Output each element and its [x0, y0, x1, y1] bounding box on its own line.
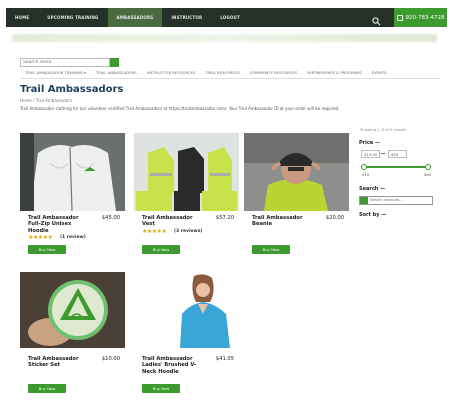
category-item[interactable]: TRAIL RESOURCES	[200, 71, 245, 78]
price-filter-title: Price —	[359, 140, 380, 146]
category-item[interactable]: COMMUNITY RESOURCES	[245, 71, 302, 78]
phone-icon	[396, 14, 403, 21]
nav-instructor[interactable]: INSTRUCTOR	[162, 15, 211, 20]
product-image-vest[interactable]	[134, 133, 239, 211]
product-name[interactable]: Trail Ambassador Full-Zip Unisex Hoodie	[28, 215, 90, 234]
product-image-beanie[interactable]	[244, 133, 349, 211]
buy-now-button[interactable]: Buy Now	[142, 384, 180, 393]
phone-button[interactable]: 920-783-4728	[394, 8, 447, 27]
product-card[interactable]: Trail Ambassador Sticker Set $10.00 Buy …	[20, 272, 125, 393]
product-name[interactable]: Trail Ambassador Beanie	[252, 215, 314, 228]
price-range-dash	[381, 153, 385, 154]
product-price: $45.00	[101, 215, 120, 221]
top-navigation: HOME UPCOMING TRAINING AMBASSADORS INSTR…	[6, 8, 447, 27]
star-rating: ★★★★★	[142, 228, 167, 235]
price-range-slider[interactable]	[361, 164, 431, 170]
nav-home[interactable]: HOME	[6, 15, 38, 20]
blurred-banner	[12, 34, 437, 42]
slider-min-handle[interactable]	[361, 164, 367, 170]
intro-text: Trail Ambassador clothing for our volunt…	[20, 106, 340, 111]
store-search-button[interactable]	[110, 58, 119, 67]
nav-logout[interactable]: LOGOUT	[211, 15, 249, 20]
store-search-input[interactable]	[20, 58, 110, 67]
product-name[interactable]: Trail Ambassador Sticker Set	[28, 356, 90, 369]
price-min-input[interactable]: $10.00	[361, 150, 380, 158]
search-icon[interactable]	[371, 12, 382, 26]
product-price: $41.05	[215, 356, 234, 362]
slider-min-label: $10	[362, 172, 370, 177]
review-count[interactable]: (3 reviews)	[174, 229, 202, 234]
product-card[interactable]: Trail Ambassador Beanie $20.00 Buy Now	[244, 133, 349, 254]
product-search[interactable]: Search products...	[359, 196, 433, 205]
nav-ambassadors[interactable]: AMBASSADORS	[107, 8, 163, 27]
price-max-input[interactable]: $60	[388, 150, 407, 158]
slider-max-label: $60	[424, 172, 432, 177]
category-item[interactable]: INSTRUCTOR RESOURCES	[142, 71, 200, 78]
category-item[interactable]: PARTNERSHIPS & PROGRAMS	[302, 71, 367, 78]
product-image-hoodie[interactable]	[20, 133, 125, 211]
product-search-placeholder[interactable]: Search products...	[368, 197, 403, 204]
slider-track	[361, 166, 431, 168]
sort-title[interactable]: Sort by —	[359, 212, 386, 218]
product-price: $57.20	[215, 215, 234, 221]
store-search	[20, 58, 120, 67]
product-name[interactable]: Trail Ambassador Vest	[142, 215, 204, 228]
product-image-ladies-hoodie[interactable]	[134, 272, 239, 348]
review-count[interactable]: (1 review)	[60, 235, 86, 240]
page-title: Trail Ambassadors	[20, 84, 124, 95]
product-price: $20.00	[325, 215, 344, 221]
result-count: Showing 1–5 of 5 results	[360, 127, 407, 132]
category-item[interactable]: TRAIL AMBASSADOR TRAINING ▾	[20, 71, 91, 78]
buy-now-button[interactable]: Buy Now	[142, 245, 180, 254]
breadcrumb[interactable]: Home / Trail Ambassadors	[20, 98, 72, 103]
buy-now-button[interactable]: Buy Now	[28, 384, 66, 393]
slider-max-handle[interactable]	[425, 164, 431, 170]
category-item[interactable]: TRAIL AMBASSADORS	[91, 71, 142, 78]
product-card[interactable]: Trail Ambassador Ladies' Brushed V-Neck …	[134, 272, 239, 393]
category-navigation: TRAIL AMBASSADOR TRAINING ▾ TRAIL AMBASS…	[20, 71, 440, 79]
product-card[interactable]: Trail Ambassador Vest $57.20 ★★★★★ (3 re…	[134, 133, 239, 254]
phone-number: 920-783-4728	[405, 14, 445, 21]
search-filter-title: Search —	[359, 186, 386, 192]
buy-now-button[interactable]: Buy Now	[28, 245, 66, 254]
product-image-sticker[interactable]	[20, 272, 125, 348]
nav-upcoming-training[interactable]: UPCOMING TRAINING	[38, 15, 107, 20]
product-card[interactable]: Trail Ambassador Full-Zip Unisex Hoodie …	[20, 133, 125, 254]
product-search-button[interactable]	[360, 197, 368, 204]
buy-now-button[interactable]: Buy Now	[252, 245, 290, 254]
product-name[interactable]: Trail Ambassador Ladies' Brushed V-Neck …	[142, 356, 204, 375]
product-price: $10.00	[101, 356, 120, 362]
category-item[interactable]: EVENTS	[367, 71, 392, 78]
star-rating: ★★★★★	[28, 234, 53, 241]
